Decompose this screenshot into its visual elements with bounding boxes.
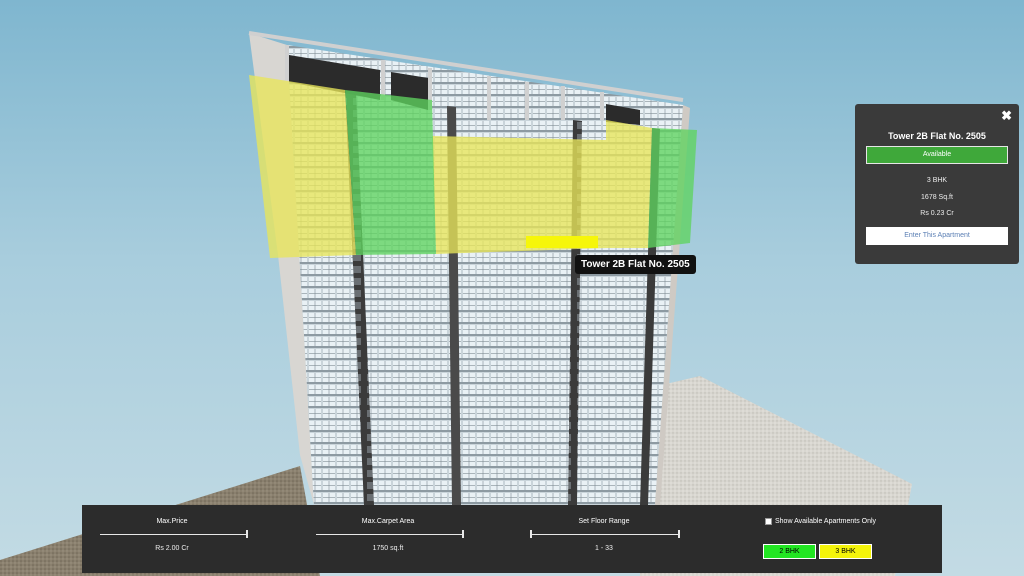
bhk-type: 3 BHK (926, 177, 948, 184)
apartment-price: Rs 0.23 Cr (920, 210, 954, 217)
apartment-area: 1678 Sq.ft (921, 194, 953, 201)
max-carpet-area-slider-handle[interactable] (462, 530, 464, 538)
max-carpet-area-filter: Max.Carpet Area 1750 sq.ft (312, 505, 464, 573)
max-price-value: Rs 2.00 Cr (155, 545, 189, 552)
max-price-slider-handle[interactable] (246, 530, 248, 538)
filter-bar: Max.Price Rs 2.00 Cr Max.Carpet Area 175… (82, 505, 942, 573)
floor-range-value: 1 - 33 (595, 545, 613, 552)
scene-view[interactable] (0, 0, 1024, 576)
max-carpet-area-slider[interactable] (316, 534, 464, 535)
selected-flat[interactable] (526, 236, 598, 248)
availability-status-button[interactable]: Available (866, 146, 1008, 164)
floor-range-label: Set Floor Range (578, 518, 630, 525)
highlight-3bhk-right[interactable] (606, 120, 652, 248)
panel-title: Tower 2B Flat No. 2505 (888, 131, 986, 141)
max-price-label: Max.Price (156, 518, 188, 525)
highlight-2bhk-right[interactable] (648, 128, 697, 248)
highlight-2bhk-left[interactable] (345, 90, 436, 255)
floor-range-max-handle[interactable] (678, 530, 680, 538)
floor-range-filter: Set Floor Range 1 - 33 (528, 505, 680, 573)
max-carpet-area-label: Max.Carpet Area (361, 518, 415, 525)
legend-2bhk-button[interactable]: 2 BHK (763, 544, 816, 559)
apartment-info-panel: ✖ Tower 2B Flat No. 2505 Available 3 BHK… (855, 104, 1019, 264)
building-scene[interactable] (0, 0, 1024, 576)
max-price-slider[interactable] (100, 534, 248, 535)
flat-tooltip: Tower 2B Flat No. 2505 (575, 255, 696, 274)
available-only-toggle[interactable]: Show Available Apartments Only (765, 518, 876, 525)
available-only-checkbox[interactable] (765, 518, 772, 525)
floor-range-slider[interactable] (530, 534, 680, 535)
floor-range-min-handle[interactable] (530, 530, 532, 538)
max-price-filter: Max.Price Rs 2.00 Cr (96, 505, 248, 573)
enter-apartment-button[interactable]: Enter This Apartment (866, 227, 1008, 245)
highlight-3bhk-left[interactable] (249, 75, 356, 258)
close-icon[interactable]: ✖ (1001, 108, 1012, 124)
available-only-label: Show Available Apartments Only (775, 518, 877, 525)
max-carpet-area-value: 1750 sq.ft (372, 545, 404, 552)
legend-3bhk-button[interactable]: 3 BHK (819, 544, 872, 559)
